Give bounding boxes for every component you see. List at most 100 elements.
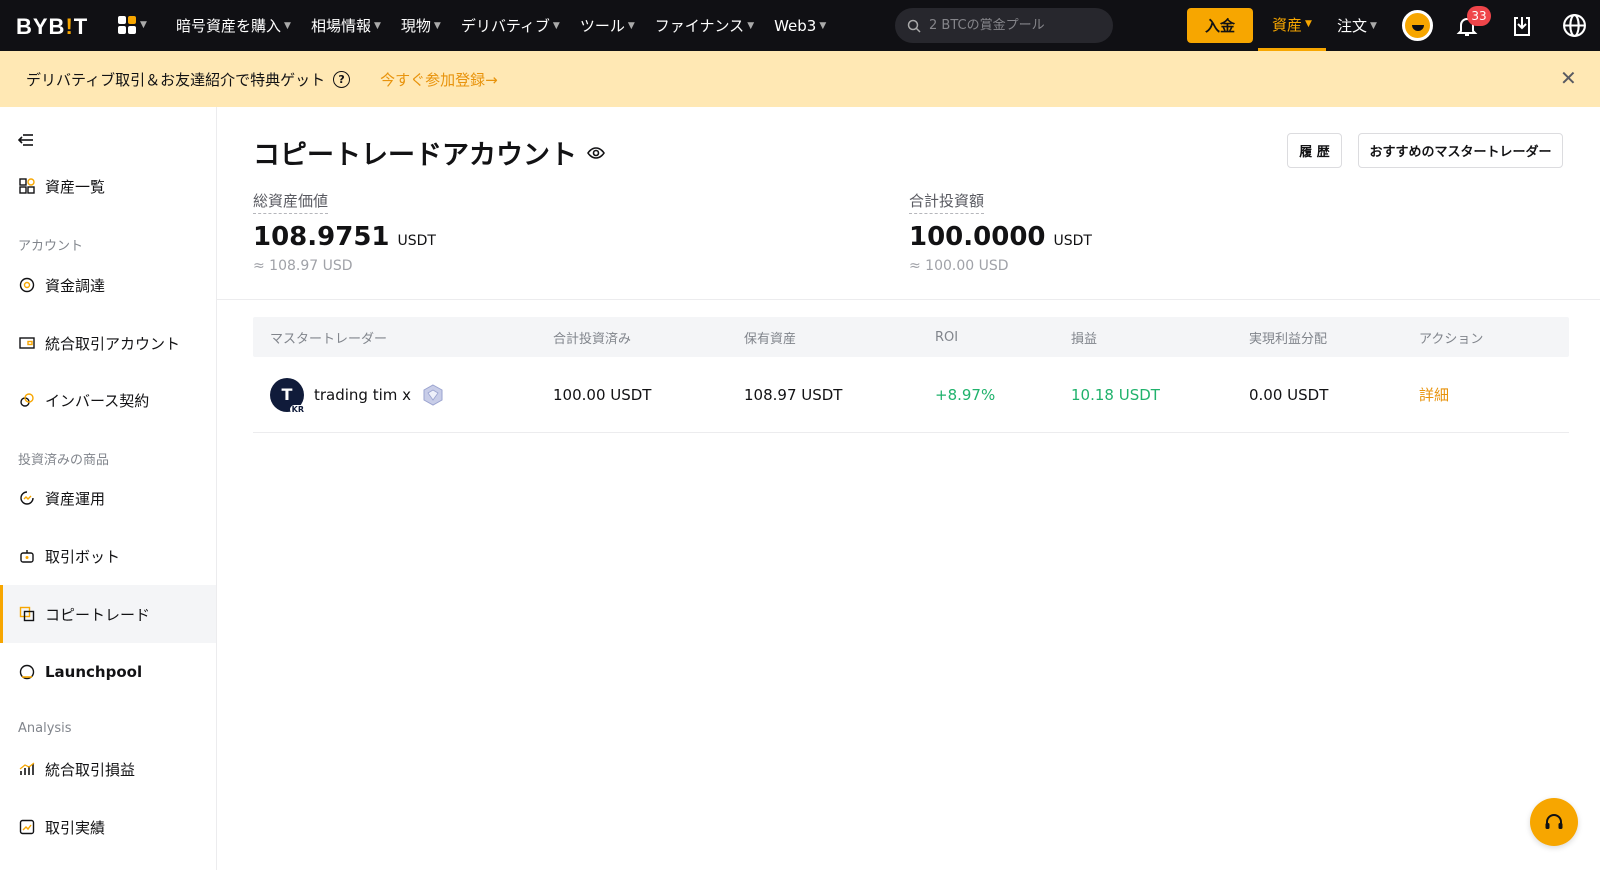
- copy-trade-table: マスタートレーダー 合計投資済み 保有資産 ROI 損益 実現利益分配 アクショ…: [253, 317, 1569, 433]
- sidebar-item-funding[interactable]: 資金調達: [0, 256, 216, 314]
- total-asset-label[interactable]: 総資産価値: [253, 190, 329, 214]
- sidebar-item-launchpool[interactable]: Launchpool: [0, 643, 216, 701]
- divider: [217, 299, 1600, 300]
- search-icon: [907, 19, 921, 33]
- diamond-tier-icon: [423, 383, 443, 406]
- trader-avatar: T KR: [270, 377, 306, 414]
- chevron-down-icon: ▼: [747, 20, 755, 31]
- promo-banner: デリバティブ取引＆お友達紹介で特典ゲット ? 今すぐ参加登録→ ✕: [0, 51, 1600, 107]
- nav-finance[interactable]: ファイナンス ▼: [655, 15, 754, 36]
- sidebar-item-inverse-contract[interactable]: インバース契約: [0, 371, 216, 429]
- download-icon[interactable]: [1510, 14, 1534, 38]
- deposit-button[interactable]: 入金: [1187, 8, 1253, 43]
- chevron-down-icon: ▼: [373, 20, 381, 31]
- total-asset-unit: USDT: [397, 233, 436, 249]
- table-row: T KR trading tim x 100.00 USDT 108.97 US…: [253, 357, 1569, 433]
- refresh-icon: [18, 490, 35, 507]
- search-input[interactable]: [929, 18, 1099, 33]
- customer-support-button[interactable]: [1530, 798, 1578, 846]
- sidebar-item-label: 取引実績: [45, 818, 106, 837]
- sidebar-item-label: Launchpool: [45, 663, 143, 681]
- wallet-icon: [18, 335, 35, 352]
- question-icon[interactable]: ?: [333, 70, 351, 88]
- total-investment-unit: USDT: [1053, 233, 1092, 249]
- nav-tools[interactable]: ツール ▼: [580, 15, 635, 36]
- robot-icon: [18, 548, 35, 565]
- sidebar-item-label: 資金調達: [45, 276, 106, 295]
- cell-invested: 100.00 USDT: [553, 385, 652, 404]
- collapse-menu-icon[interactable]: [18, 133, 34, 147]
- headset-icon: [1545, 814, 1563, 829]
- sidebar-item-copy-trade[interactable]: コピートレード: [0, 585, 216, 643]
- nav-web3[interactable]: Web3 ▼: [774, 17, 826, 35]
- chevron-down-icon: ▼: [627, 20, 635, 31]
- header-pnl: 損益: [1071, 331, 1098, 347]
- total-asset-amount: 108.9751: [253, 222, 390, 252]
- total-asset-usd: ≈ 108.97 USD: [253, 258, 353, 274]
- top-navbar: BYB!T ▼ 暗号資産を購入 ▼ 相場情報 ▼ 現物 ▼ デリバティブ ▼ ツール ▼ …: [0, 0, 1600, 51]
- details-link[interactable]: 詳細: [1419, 384, 1569, 405]
- cell-pnl: 10.18 USDT: [1071, 385, 1160, 404]
- page-title: コピートレードアカウント: [253, 133, 605, 172]
- close-icon[interactable]: ✕: [1560, 68, 1577, 88]
- copy-icon: [18, 606, 35, 623]
- sidebar-item-label: 資産一覧: [45, 177, 106, 196]
- chevron-down-icon: ▼: [140, 20, 147, 30]
- nav-buy-crypto[interactable]: 暗号資産を購入 ▼: [176, 15, 291, 36]
- user-avatar[interactable]: [1402, 10, 1433, 41]
- section-invested: 投資済みの商品: [18, 453, 110, 468]
- header-total-invested: 合計投資済み: [553, 331, 632, 347]
- total-investment: 合計投資額 100.0000 USDT ≈ 100.00 USD: [909, 190, 1092, 274]
- total-investment-amount: 100.0000: [909, 222, 1046, 252]
- header-holding-assets: 保有資産: [744, 331, 797, 347]
- sidebar-item-trading-bot[interactable]: 取引ボット: [0, 527, 216, 585]
- trader-cell[interactable]: T KR trading tim x: [270, 377, 553, 414]
- total-investment-label[interactable]: 合計投資額: [909, 190, 985, 214]
- assets-menu[interactable]: 資産 ▼: [1258, 0, 1326, 51]
- chevron-down-icon: ▼: [284, 20, 291, 31]
- total-asset-value: 総資産価値 108.9751 USDT ≈ 108.97 USD: [253, 190, 436, 274]
- globe-icon[interactable]: [1562, 13, 1587, 38]
- nav-derivatives[interactable]: デリバティブ ▼: [461, 15, 560, 36]
- eye-icon[interactable]: [587, 144, 605, 162]
- cell-roi: +8.97%: [935, 385, 996, 404]
- chevron-down-icon: ▼: [1305, 19, 1312, 29]
- sidebar-item-unified-account[interactable]: 統合取引アカウント: [0, 314, 216, 372]
- coin-icon: [18, 277, 35, 294]
- recommended-master-traders-button[interactable]: おすすめのマスタートレーダー: [1358, 133, 1563, 168]
- trend-icon: [18, 819, 35, 836]
- avatar-face-icon: [1411, 24, 1424, 31]
- sidebar-item-label: 取引ボット: [45, 547, 121, 566]
- header-roi: ROI: [935, 329, 959, 345]
- cell-holding: 108.97 USDT: [744, 385, 843, 404]
- header-profit-share: 実現利益分配: [1249, 331, 1328, 347]
- notification-badge: 33: [1467, 6, 1491, 26]
- register-now-link[interactable]: 今すぐ参加登録→: [380, 69, 498, 90]
- orders-menu[interactable]: 注文 ▼: [1337, 0, 1377, 51]
- section-account: アカウント: [18, 239, 84, 254]
- chevron-down-icon: ▼: [1370, 20, 1377, 31]
- sidebar-item-unified-pnl[interactable]: 統合取引損益: [0, 740, 216, 798]
- header-master-trader: マスタートレーダー: [270, 331, 388, 347]
- chevron-down-icon: ▼: [433, 20, 441, 31]
- nav-spot[interactable]: 現物 ▼: [401, 15, 441, 36]
- link-icon: [18, 392, 35, 409]
- search-box[interactable]: [895, 8, 1113, 43]
- main-menu: 暗号資産を購入 ▼ 相場情報 ▼ 現物 ▼ デリバティブ ▼ ツール ▼ ファイナンス ▼ …: [176, 0, 846, 51]
- sidebar-item-earn[interactable]: 資産運用: [0, 469, 216, 527]
- apps-menu-button[interactable]: ▼: [118, 16, 147, 34]
- sidebar-item-assets-overview[interactable]: 資産一覧: [0, 157, 216, 215]
- table-header: マスタートレーダー 合計投資済み 保有資産 ROI 損益 実現利益分配 アクショ…: [253, 317, 1569, 357]
- banner-text: デリバティブ取引＆お友達紹介で特典ゲット: [26, 70, 326, 89]
- history-button[interactable]: 履 歴: [1287, 133, 1342, 168]
- sidebar-item-trade-record[interactable]: 取引実績: [0, 798, 216, 856]
- trader-name[interactable]: trading tim x: [314, 386, 411, 404]
- apps-grid-icon: [118, 16, 136, 34]
- bybit-logo[interactable]: BYB!T: [16, 14, 88, 40]
- chevron-down-icon: ▼: [819, 20, 827, 31]
- pool-icon: [18, 664, 35, 681]
- sidebar-item-label: コピートレード: [45, 605, 151, 624]
- sidebar: 資産一覧 アカウント 資金調達 統合取引アカウント インバース契約 投資済みの商…: [0, 107, 217, 870]
- section-analysis: Analysis: [18, 721, 72, 736]
- nav-markets[interactable]: 相場情報 ▼: [311, 15, 381, 36]
